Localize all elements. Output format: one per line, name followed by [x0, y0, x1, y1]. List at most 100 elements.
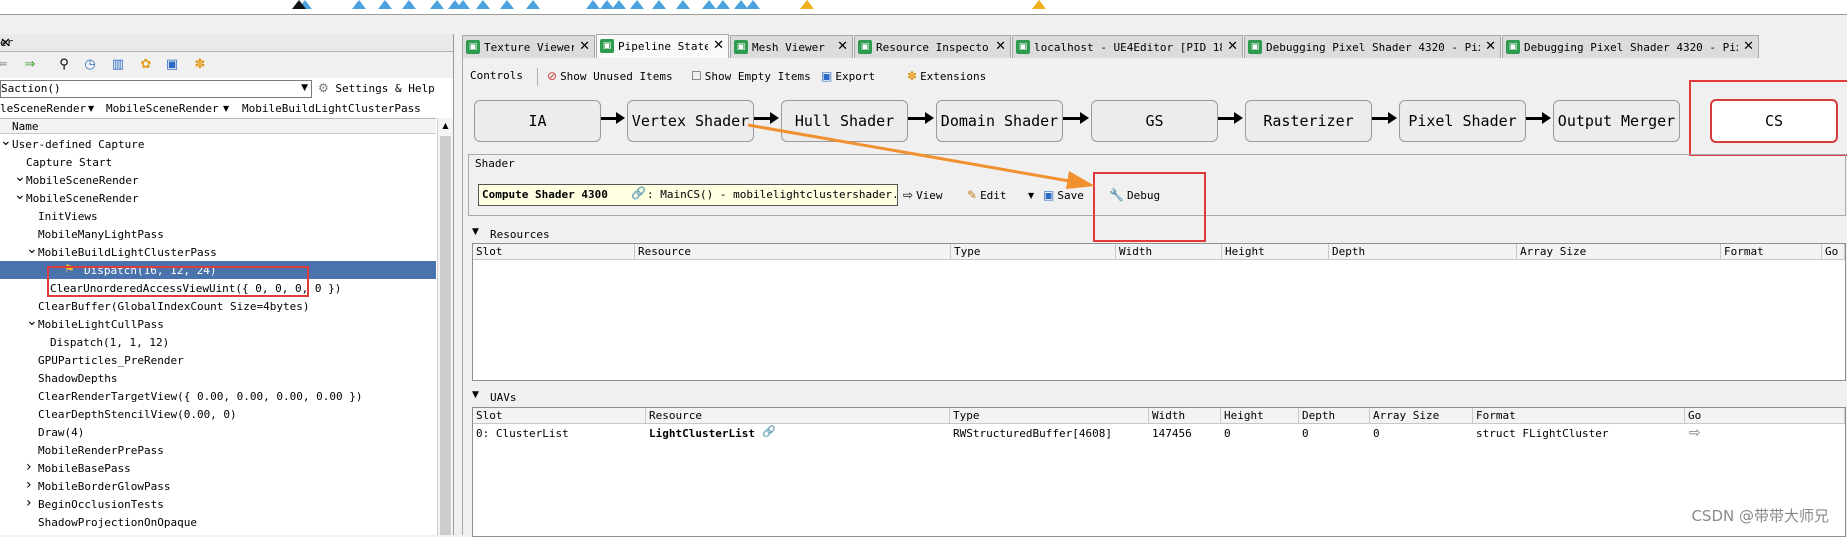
- tree-row[interactable]: ⌄ MobileBuildLightClusterPass: [0, 241, 436, 261]
- tree-row[interactable]: ⌄ MobileSceneRender: [0, 187, 436, 207]
- bookmarks-icon[interactable]: ✿: [138, 57, 154, 73]
- close-icon[interactable]: ✕: [995, 39, 1006, 54]
- stage-output-merger[interactable]: Output Merger: [1553, 100, 1680, 142]
- column-header[interactable]: Width: [1116, 244, 1222, 259]
- column-header[interactable]: Resource: [646, 408, 950, 423]
- tree-row[interactable]: Draw(4): [0, 423, 436, 441]
- shader-name-field[interactable]: Compute Shader 4300 🔗 : MainCS() - mobil…: [478, 184, 898, 206]
- tab-debugging-pixel-shader-4320-pix[interactable]: ▣ Debugging Pixel Shader 4320 - Pix… ✕: [1244, 35, 1501, 58]
- save-disk-icon[interactable]: ▣: [164, 57, 180, 73]
- resources-section-header[interactable]: ▼ Resources: [468, 226, 1844, 242]
- column-header[interactable]: Height: [1222, 244, 1329, 259]
- tab-mesh-viewer[interactable]: ▣ Mesh Viewer ✕: [730, 35, 853, 58]
- chevron-down-icon[interactable]: ▼: [88, 104, 94, 113]
- close-icon[interactable]: ✕: [579, 39, 590, 54]
- column-header[interactable]: Array Size: [1517, 244, 1721, 259]
- column-header[interactable]: Width: [1149, 408, 1221, 423]
- tree-row[interactable]: ShadowProjectionOnOpaque: [0, 513, 436, 531]
- column-header[interactable]: Slot: [473, 244, 635, 259]
- stage-gs[interactable]: GS: [1091, 100, 1218, 142]
- bookmark-chart-icon[interactable]: ▥: [110, 57, 126, 73]
- chevron-down-icon[interactable]: ⌄: [14, 169, 26, 185]
- column-header[interactable]: Array Size: [1370, 408, 1473, 423]
- tree-row[interactable]: Capture Start: [0, 153, 436, 171]
- time-clock-icon[interactable]: ◷: [82, 57, 98, 73]
- column-header[interactable]: Height: [1221, 408, 1299, 423]
- tree-row[interactable]: Dispatch(1, 1, 12): [0, 333, 436, 351]
- collapse-triangle-icon[interactable]: ▼: [472, 227, 479, 237]
- tree-scrollbar[interactable]: ▲: [437, 118, 453, 535]
- extensions-button[interactable]: ✽ Extensions: [907, 69, 986, 83]
- tree-row[interactable]: InitViews: [0, 207, 436, 225]
- link-icon[interactable]: 🔗: [762, 425, 776, 438]
- save-button[interactable]: ▣ Save: [1043, 188, 1084, 202]
- tab-resource-inspector[interactable]: ▣ Resource Inspector ✕: [854, 35, 1011, 58]
- table-cell[interactable]: LightClusterList: [649, 427, 755, 440]
- view-button[interactable]: ⇨ View: [903, 188, 943, 202]
- settings-help-button[interactable]: ⚙ Settings & Help: [318, 81, 435, 95]
- stage-ia[interactable]: IA: [474, 100, 601, 142]
- stage-hull-shader[interactable]: Hull Shader: [781, 100, 908, 142]
- breadcrumb-item[interactable]: leSceneRender: [0, 102, 86, 115]
- column-header[interactable]: Go: [1822, 244, 1845, 259]
- tree-row[interactable]: MobileRenderPrePass: [0, 441, 436, 459]
- find-binoculars-icon[interactable]: ⚲: [56, 57, 72, 73]
- column-header[interactable]: Type: [951, 244, 1116, 259]
- chevron-down-icon[interactable]: ⌄: [26, 313, 38, 329]
- scroll-thumb[interactable]: [440, 136, 451, 535]
- stage-pixel-shader[interactable]: Pixel Shader: [1399, 100, 1526, 142]
- edit-dropdown-chevron-icon[interactable]: ▼: [1028, 191, 1034, 200]
- breadcrumb-item[interactable]: MobileSceneRender: [106, 102, 219, 115]
- close-icon[interactable]: ✕: [713, 38, 724, 53]
- link-icon[interactable]: 🔗: [631, 186, 646, 200]
- tab-debugging-pixel-shader-4320-pix[interactable]: ▣ Debugging Pixel Shader 4320 - Pix… ✕: [1502, 35, 1759, 58]
- chevron-right-icon[interactable]: ›: [26, 495, 32, 511]
- uavs-section-header[interactable]: ▼ UAVs: [468, 389, 1844, 405]
- back-arrow-icon[interactable]: ⇐: [0, 57, 10, 73]
- tree-column-header[interactable]: Name: [0, 119, 436, 134]
- show-unused-items-toggle[interactable]: ⊘ Show Unused Items: [547, 69, 673, 83]
- tree-row[interactable]: ⌄ MobileLightCullPass: [0, 313, 436, 333]
- stage-rasterizer[interactable]: Rasterizer: [1245, 100, 1372, 142]
- section-select[interactable]: Saction() ▼: [0, 80, 312, 98]
- chevron-down-icon[interactable]: ⌄: [14, 187, 26, 203]
- column-header[interactable]: Type: [950, 408, 1149, 423]
- chevron-down-icon[interactable]: ⌄: [26, 241, 38, 257]
- event-timeline[interactable]: [0, 0, 1847, 15]
- tree-row[interactable]: GPUParticles_PreRender: [0, 351, 436, 369]
- stage-domain-shader[interactable]: Domain Shader: [936, 100, 1063, 142]
- close-icon[interactable]: ✕: [1227, 39, 1238, 54]
- chevron-down-icon[interactable]: ▼: [223, 104, 229, 113]
- close-icon[interactable]: ✕: [837, 39, 848, 54]
- column-header[interactable]: Depth: [1299, 408, 1370, 423]
- tree-row[interactable]: › BeginOcclusionTests: [0, 495, 436, 513]
- chevron-down-icon[interactable]: ⌄: [0, 133, 12, 149]
- export-button[interactable]: ▣ Export: [821, 69, 875, 83]
- tree-row[interactable]: ShadowDepths: [0, 369, 436, 387]
- column-header[interactable]: Slot: [473, 408, 646, 423]
- tree-row[interactable]: MobileManyLightPass: [0, 225, 436, 243]
- go-arrow-icon[interactable]: ⇨: [1689, 425, 1701, 441]
- tree-row[interactable]: › MobileBasePass: [0, 459, 436, 477]
- stage-vertex-shader[interactable]: Vertex Shader: [627, 100, 754, 142]
- puzzle-extension-icon[interactable]: ✽: [192, 57, 208, 73]
- column-header[interactable]: Go: [1685, 408, 1845, 423]
- close-icon[interactable]: ✕: [1743, 39, 1754, 54]
- column-header[interactable]: Resource: [635, 244, 951, 259]
- tab-pipeline-state[interactable]: ▣ Pipeline State ✕: [596, 34, 729, 59]
- tree-row[interactable]: › MobileBorderGlowPass: [0, 477, 436, 495]
- tab-localhost-ue4editor-pid-18240[interactable]: ▣ localhost - UE4Editor [PID 18240] ✕: [1012, 35, 1243, 58]
- show-empty-items-toggle[interactable]: ☐ Show Empty Items: [691, 69, 811, 83]
- chevron-right-icon[interactable]: ›: [26, 459, 32, 475]
- tree-row[interactable]: ClearRenderTargetView({ 0.00, 0.00, 0.00…: [0, 387, 436, 405]
- collapse-triangle-icon[interactable]: ▼: [472, 390, 479, 400]
- close-icon[interactable]: ✕: [1485, 39, 1496, 54]
- column-header[interactable]: Depth: [1329, 244, 1517, 259]
- tree-row[interactable]: ClearDepthStencilView(0.00, 0): [0, 405, 436, 423]
- forward-arrow-icon[interactable]: ⇒: [22, 57, 38, 73]
- column-header[interactable]: Format: [1721, 244, 1822, 259]
- breadcrumb-item[interactable]: MobileBuildLightClusterPass: [242, 102, 421, 115]
- tree-row[interactable]: ⌄ User-defined Capture: [0, 133, 436, 153]
- tree-row[interactable]: ClearBuffer(GlobalIndexCount Size=4bytes…: [0, 297, 436, 315]
- column-header[interactable]: Format: [1473, 408, 1685, 423]
